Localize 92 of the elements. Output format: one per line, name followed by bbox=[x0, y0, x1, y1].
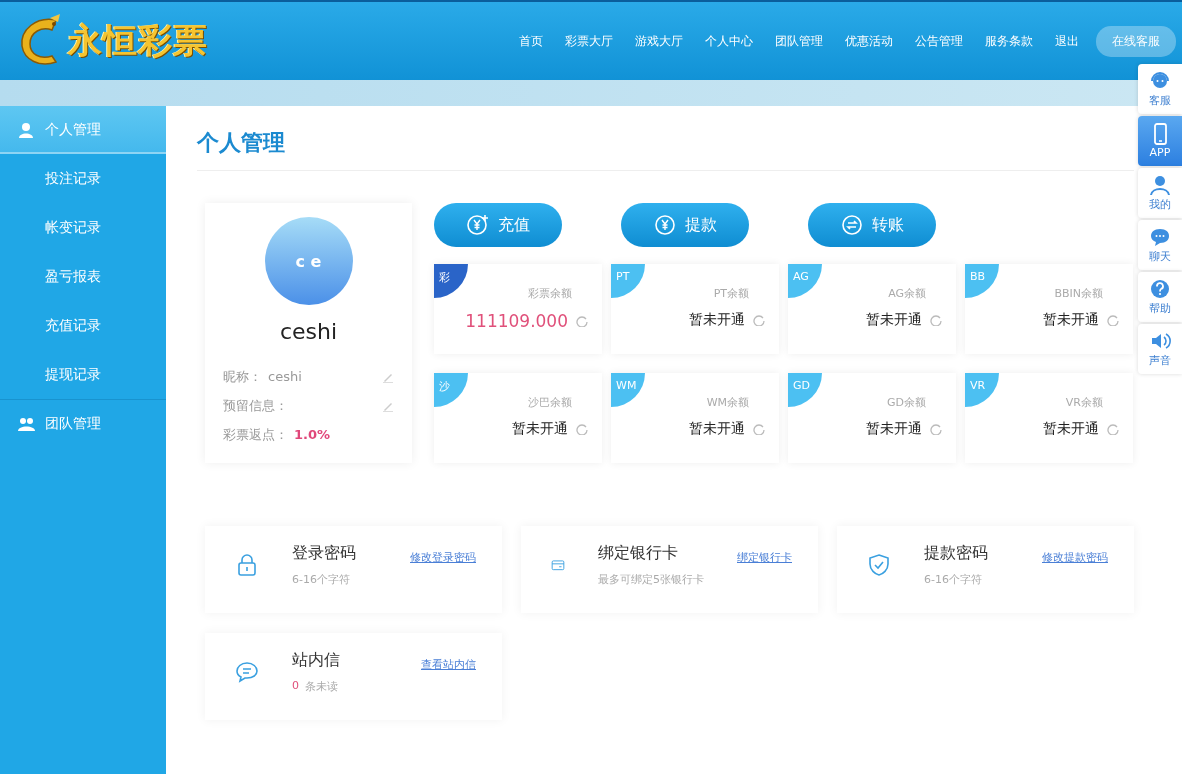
corner-badge: 沙 bbox=[434, 373, 468, 407]
speaker-icon bbox=[1149, 330, 1171, 352]
card-title: 绑定银行卡 bbox=[598, 542, 679, 564]
float-menu-button[interactable]: 帮助 bbox=[1138, 272, 1182, 322]
nav-link[interactable]: 服务条款 bbox=[985, 32, 1033, 50]
sidebar-item[interactable]: 充值记录 bbox=[0, 301, 166, 350]
card-title: 提款密码 bbox=[924, 542, 989, 564]
help-icon bbox=[1149, 278, 1171, 300]
card-note: 6-16个字符 bbox=[924, 571, 982, 587]
balance-title: VR余额 bbox=[1065, 395, 1103, 410]
balance-value: 暂未开通 bbox=[866, 311, 922, 329]
refresh-icon bbox=[576, 423, 588, 435]
lock-icon bbox=[235, 552, 259, 577]
balance-value: 暂未开通 bbox=[689, 420, 745, 438]
balance-title: WM余额 bbox=[706, 395, 749, 410]
online-service-button[interactable]: 在线客服 bbox=[1096, 25, 1176, 57]
card-note: 6-16个字符 bbox=[292, 571, 350, 587]
corner-badge: WM bbox=[611, 373, 645, 407]
corner-badge: VR bbox=[965, 373, 999, 407]
card-note: 最多可绑定5张银行卡 bbox=[598, 571, 704, 587]
field-label: 彩票返点： bbox=[223, 425, 288, 444]
refresh-icon bbox=[1107, 314, 1119, 326]
corner-badge: AG bbox=[788, 264, 822, 298]
avatar-circle: c e bbox=[264, 217, 353, 305]
corner-badge: 彩 bbox=[434, 264, 468, 298]
transfer-button[interactable]: 转账 bbox=[808, 203, 936, 247]
balance-value: 暂未开通 bbox=[512, 420, 568, 438]
sidebar-item[interactable]: 盈亏报表 bbox=[0, 252, 166, 301]
nav-link[interactable]: 游戏大厅 bbox=[635, 32, 683, 50]
username: ceshi bbox=[279, 319, 338, 344]
card-link[interactable]: 修改提款密码 bbox=[1042, 550, 1108, 565]
card-link[interactable]: 修改登录密码 bbox=[410, 550, 476, 565]
nav-link[interactable]: 公告管理 bbox=[915, 32, 963, 50]
refresh-icon bbox=[753, 314, 765, 326]
corner-badge: GD bbox=[788, 373, 822, 407]
balance-value: 111109.000 bbox=[465, 311, 568, 331]
refresh-icon bbox=[576, 315, 588, 327]
field-value: ceshi bbox=[268, 369, 302, 384]
logo-text: 永恒彩票 bbox=[68, 19, 208, 62]
refresh-icon bbox=[930, 314, 942, 326]
nav-link[interactable]: 退出 bbox=[1055, 32, 1079, 50]
card-title: 登录密码 bbox=[292, 542, 357, 564]
deposit-button[interactable]: 充值 bbox=[434, 203, 562, 247]
shield-check-icon bbox=[867, 552, 891, 577]
balance-title: 沙巴余额 bbox=[528, 395, 572, 410]
field-value: 1.0% bbox=[294, 427, 331, 442]
page-title: 个人管理 bbox=[197, 129, 286, 157]
balance-title: BBIN余额 bbox=[1054, 286, 1103, 301]
nav-link[interactable]: 优惠活动 bbox=[845, 32, 893, 50]
nav-link[interactable]: 个人中心 bbox=[705, 32, 753, 50]
user-icon bbox=[1149, 174, 1171, 196]
float-menu-button[interactable]: 客服 bbox=[1138, 64, 1182, 114]
person-icon bbox=[18, 122, 35, 138]
refresh-icon bbox=[930, 423, 942, 435]
nav-link[interactable]: 首页 bbox=[519, 32, 543, 50]
balance-title: PT余额 bbox=[713, 286, 749, 301]
chat-bubble-icon bbox=[1149, 226, 1171, 248]
yen-plus-icon bbox=[466, 213, 490, 237]
speech-bubble-icon bbox=[235, 659, 259, 684]
balance-value: 暂未开通 bbox=[866, 420, 922, 438]
corner-badge: BB bbox=[965, 264, 999, 298]
card-link[interactable]: 绑定银行卡 bbox=[737, 550, 792, 565]
unread-count: 0 bbox=[292, 678, 299, 694]
card-link[interactable]: 查看站内信 bbox=[421, 657, 476, 672]
sidebar-item[interactable]: 提现记录 bbox=[0, 350, 166, 399]
transfer-arrows-icon bbox=[840, 213, 864, 237]
balance-value: 暂未开通 bbox=[1043, 311, 1099, 329]
card-title: 站内信 bbox=[292, 649, 341, 671]
corner-badge: PT bbox=[611, 264, 645, 298]
float-menu-button[interactable]: 聊天 bbox=[1138, 220, 1182, 270]
refresh-icon bbox=[1107, 423, 1119, 435]
sidebar-group-item[interactable]: 团队管理 bbox=[0, 400, 166, 448]
withdraw-button[interactable]: 提款 bbox=[621, 203, 749, 247]
people-icon bbox=[18, 416, 35, 432]
refresh-icon bbox=[753, 423, 765, 435]
float-menu-button[interactable]: 我的 bbox=[1138, 168, 1182, 218]
balance-title: 彩票余额 bbox=[528, 286, 572, 301]
field-label: 预留信息： bbox=[223, 396, 288, 415]
nav-link[interactable]: 团队管理 bbox=[775, 32, 823, 50]
sidebar-group-item[interactable]: 个人管理 bbox=[0, 106, 166, 154]
nav-link[interactable]: 彩票大厅 bbox=[565, 32, 613, 50]
balance-value: 暂未开通 bbox=[689, 311, 745, 329]
balance-title: GD余额 bbox=[887, 395, 926, 410]
card-note: 条未读 bbox=[305, 678, 338, 694]
sidebar-item[interactable]: 投注记录 bbox=[0, 154, 166, 203]
yen-icon bbox=[653, 213, 677, 237]
balance-value: 暂未开通 bbox=[1043, 420, 1099, 438]
sidebar-item[interactable]: 帐变记录 bbox=[0, 203, 166, 252]
balance-title: AG余额 bbox=[888, 286, 926, 301]
field-label: 昵称： bbox=[223, 367, 262, 386]
float-menu-button[interactable]: APP bbox=[1138, 116, 1182, 166]
float-menu-button[interactable]: 声音 bbox=[1138, 324, 1182, 374]
